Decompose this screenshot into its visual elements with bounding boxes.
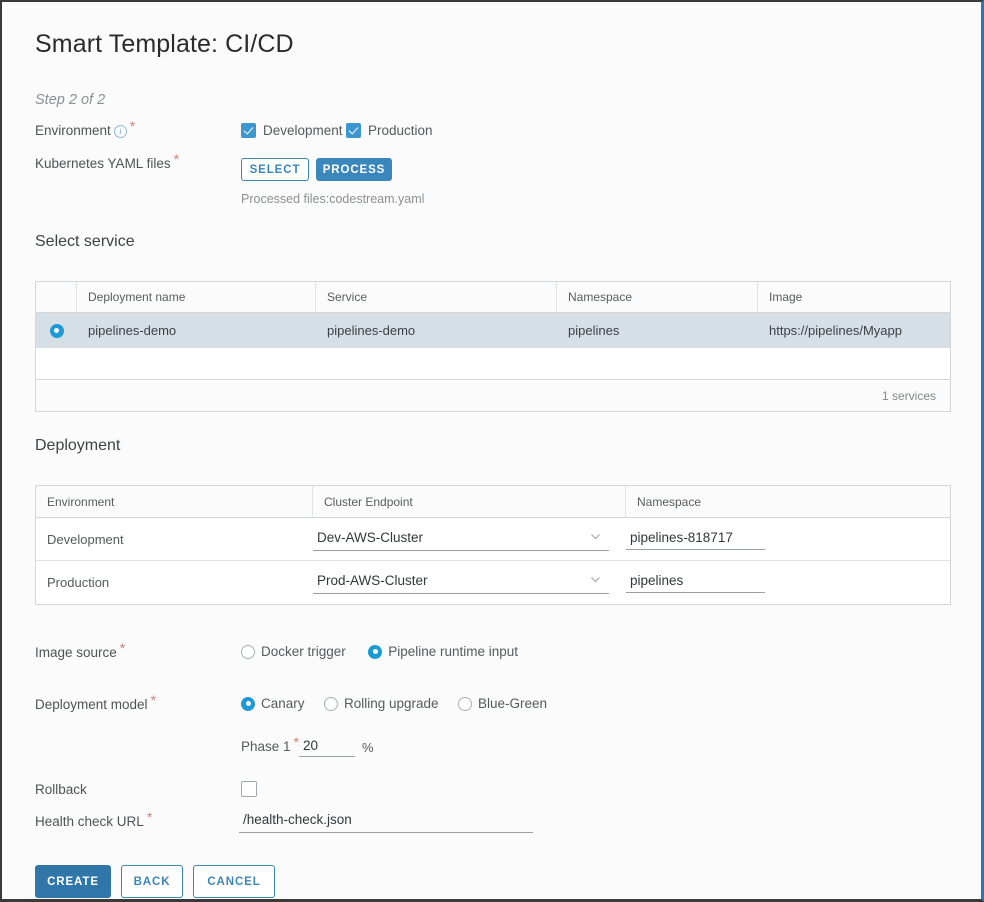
- column-header-namespace: Namespace: [557, 282, 758, 312]
- radio-blue-green[interactable]: Blue-Green: [458, 696, 547, 711]
- column-header-deployment-namespace: Namespace: [637, 494, 702, 509]
- column-header-service: Service: [316, 282, 557, 312]
- info-circle-icon[interactable]: i: [113, 125, 127, 138]
- deployment-row-production: Production Prod-AWS-Cluster: [36, 561, 950, 604]
- smart-template-window: Smart Template: CI/CD Step 2 of 2 Enviro…: [0, 0, 984, 902]
- phase-1-unit-label: %: [362, 740, 374, 755]
- cell-namespace-production[interactable]: [626, 561, 950, 604]
- health-check-url-label: Health check URL *: [35, 810, 152, 830]
- processed-files-note: Processed files:codestream.yaml: [241, 192, 425, 206]
- checkbox-development[interactable]: Development: [241, 123, 343, 138]
- rollback-label: Rollback: [35, 782, 87, 797]
- cluster-endpoint-production-select[interactable]: Prod-AWS-Cluster: [313, 571, 609, 594]
- cluster-endpoint-production-select-wrap[interactable]: Prod-AWS-Cluster: [313, 571, 609, 594]
- checkbox-development-label: Development: [263, 123, 343, 138]
- image-source-label: Image source *: [35, 641, 125, 661]
- environment-label: Environment i *: [35, 119, 135, 139]
- back-button[interactable]: BACK: [121, 865, 183, 898]
- image-source-radio-group: Docker trigger Pipeline runtime input: [241, 644, 518, 664]
- phase-1-label: Phase 1 *: [241, 735, 299, 755]
- select-column-header: [36, 282, 77, 312]
- cell-service: pipelines-demo: [327, 323, 416, 338]
- cell-cluster-endpoint-production[interactable]: Prod-AWS-Cluster: [313, 561, 626, 604]
- page-title: Smart Template: CI/CD: [35, 30, 294, 58]
- select-service-table-footer: 1 services: [36, 379, 950, 411]
- radio-rolling-upgrade-circle[interactable]: [323, 696, 338, 711]
- radio-pipeline-runtime-input[interactable]: Pipeline runtime input: [368, 644, 518, 659]
- row-select-radio-cell[interactable]: [36, 313, 77, 348]
- checkbox-production-label: Production: [368, 123, 433, 138]
- image-source-label-text: Image source: [35, 645, 117, 660]
- environment-required-mark: *: [129, 117, 136, 134]
- column-header-deployment-name: Deployment name: [77, 282, 316, 312]
- select-service-heading: Select service: [35, 233, 135, 250]
- deployment-model-label: Deployment model *: [35, 693, 156, 713]
- rollback-checkbox[interactable]: [241, 781, 257, 797]
- health-check-url-input[interactable]: [239, 810, 533, 833]
- radio-docker-trigger-label: Docker trigger: [261, 644, 346, 659]
- cell-image: https://pipelines/Myapp: [769, 323, 902, 338]
- radio-canary[interactable]: Canary: [241, 696, 305, 711]
- cell-environment-production: Production: [47, 575, 110, 590]
- create-button[interactable]: CREATE: [35, 865, 111, 898]
- radio-rolling-upgrade[interactable]: Rolling upgrade: [323, 696, 439, 711]
- deployment-row-development: Development Dev-AWS-Cluster: [36, 518, 950, 561]
- radio-blue-green-circle[interactable]: [458, 696, 473, 711]
- radio-canary-label: Canary: [261, 696, 305, 711]
- radio-pipeline-runtime-input-label: Pipeline runtime input: [388, 644, 519, 659]
- health-check-url-required-mark: *: [146, 808, 153, 825]
- yaml-files-label: Kubernetes YAML files *: [35, 152, 179, 172]
- checkbox-development-box[interactable]: [241, 123, 256, 138]
- column-header-environment: Environment: [36, 486, 313, 517]
- image-source-required-mark: *: [119, 639, 126, 656]
- table-row[interactable]: pipelines-demo pipelines-demo pipelines …: [36, 313, 950, 348]
- service-count-label: 1 services: [881, 388, 936, 403]
- select-files-button[interactable]: SELECT: [241, 158, 309, 181]
- phase-1-percent-input[interactable]: [299, 737, 355, 757]
- checkbox-production[interactable]: Production: [346, 123, 433, 138]
- cluster-endpoint-development-select-wrap[interactable]: Dev-AWS-Cluster: [313, 527, 609, 551]
- yaml-files-label-text: Kubernetes YAML files: [35, 156, 171, 171]
- process-files-button[interactable]: PROCESS: [316, 158, 392, 181]
- deployment-model-required-mark: *: [150, 691, 157, 708]
- radio-docker-trigger-circle[interactable]: [241, 644, 255, 659]
- checkbox-production-box[interactable]: [346, 123, 361, 138]
- table-empty-row: [36, 348, 950, 379]
- cell-namespace-development[interactable]: [626, 518, 950, 560]
- row-select-radio[interactable]: [49, 323, 64, 338]
- deployment-heading: Deployment: [35, 437, 121, 454]
- step-indicator: Step 2 of 2: [35, 92, 106, 108]
- cell-cluster-endpoint-development[interactable]: Dev-AWS-Cluster: [313, 518, 626, 560]
- column-header-image: Image: [769, 290, 803, 304]
- radio-docker-trigger[interactable]: Docker trigger: [241, 644, 346, 659]
- cancel-button[interactable]: CANCEL: [193, 865, 275, 898]
- cluster-endpoint-development-select[interactable]: Dev-AWS-Cluster: [313, 527, 609, 551]
- radio-canary-circle[interactable]: [241, 696, 255, 711]
- deployment-model-radio-group: Canary Rolling upgrade Blue-Green: [241, 696, 547, 716]
- cell-environment-development: Development: [47, 531, 124, 547]
- phase-1-label-text: Phase 1: [241, 739, 291, 754]
- namespace-development-input[interactable]: [626, 528, 765, 550]
- deployment-model-label-text: Deployment model: [35, 697, 148, 712]
- radio-blue-green-label: Blue-Green: [478, 696, 548, 711]
- radio-pipeline-runtime-input-circle[interactable]: [368, 644, 383, 659]
- select-service-table: Deployment name Service Namespace Image …: [35, 281, 951, 412]
- window-content: Smart Template: CI/CD Step 2 of 2 Enviro…: [2, 2, 981, 899]
- cell-namespace: pipelines: [568, 323, 620, 338]
- environment-label-text: Environment: [35, 123, 111, 138]
- select-service-table-header: Deployment name Service Namespace Image: [36, 282, 950, 313]
- cell-deployment-name: pipelines-demo: [88, 323, 177, 338]
- namespace-production-input[interactable]: [626, 572, 765, 593]
- radio-rolling-upgrade-label: Rolling upgrade: [343, 696, 439, 711]
- health-check-url-label-text: Health check URL: [35, 814, 144, 829]
- deployment-table-header: Environment Cluster Endpoint Namespace: [36, 486, 950, 518]
- column-header-cluster-endpoint: Cluster Endpoint: [313, 486, 626, 517]
- deployment-table: Environment Cluster Endpoint Namespace D…: [35, 485, 951, 605]
- yaml-files-required-mark: *: [173, 150, 180, 167]
